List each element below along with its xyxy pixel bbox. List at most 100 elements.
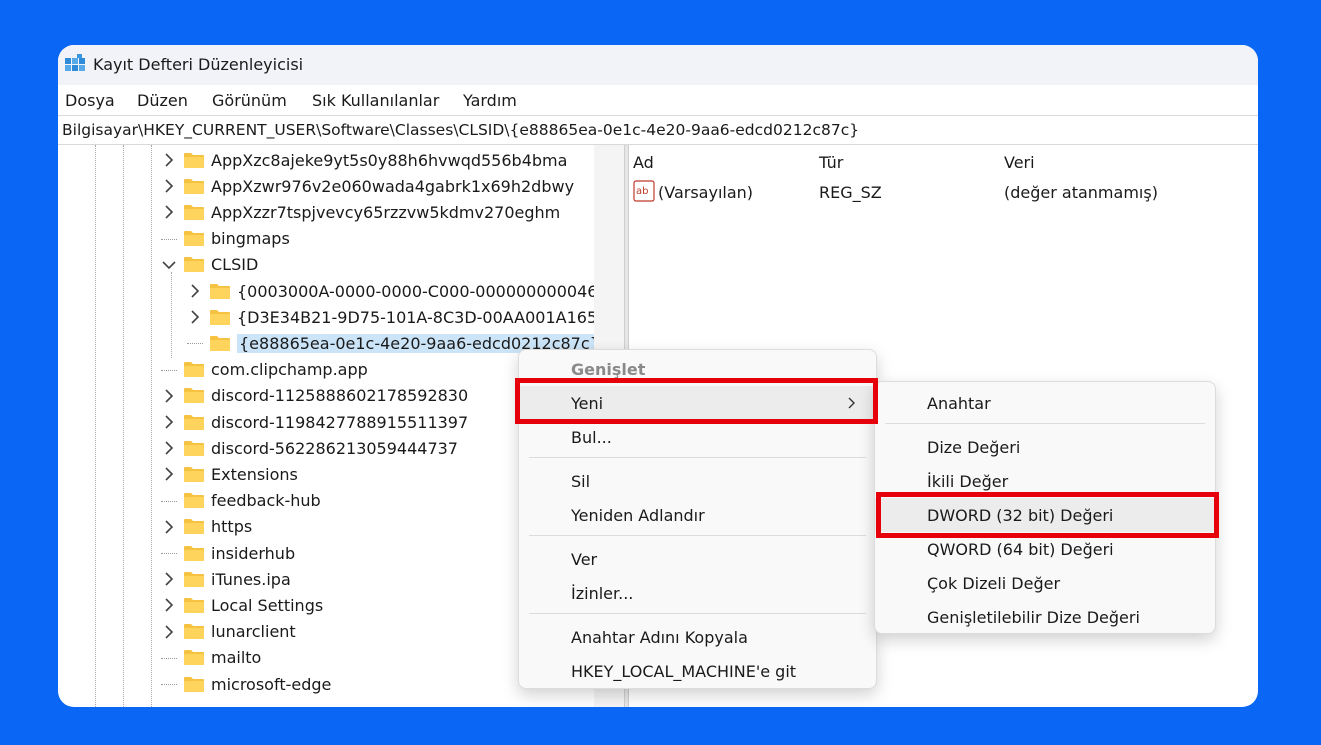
tree-item-label: CLSID xyxy=(211,255,259,275)
tree-connector xyxy=(161,493,177,509)
folder-icon xyxy=(184,519,204,535)
tree-item-label: feedback-hub xyxy=(211,491,321,511)
tree-item[interactable]: https xyxy=(161,514,252,540)
tree-item-label: {D3E34B21-9D75-101A-8C3D-00AA001A165 xyxy=(237,307,594,327)
value-name: (Varsayılan) xyxy=(658,183,754,202)
tree-item[interactable]: insiderhub xyxy=(161,540,295,566)
address-path[interactable]: Bilgisayar\HKEY_CURRENT_USER\Software\Cl… xyxy=(62,121,859,139)
chevron-right-icon[interactable] xyxy=(161,152,177,168)
menu-help[interactable]: Yardım xyxy=(463,91,517,110)
chevron-right-icon[interactable] xyxy=(161,466,177,482)
value-data: (değer atanmamış) xyxy=(1004,183,1158,202)
tree-item[interactable]: com.clipchamp.app xyxy=(161,357,368,383)
title-bar: Kayıt Defteri Düzenleyicisi xyxy=(58,45,1258,85)
chevron-right-icon[interactable] xyxy=(161,388,177,404)
folder-icon xyxy=(184,231,204,247)
tree-item[interactable]: mailto xyxy=(161,645,261,671)
folder-icon xyxy=(184,362,204,378)
chevron-right-icon[interactable] xyxy=(161,519,177,535)
tree-item[interactable]: lunarclient xyxy=(161,619,296,645)
tree-item-label: com.clipchamp.app xyxy=(211,360,368,380)
folder-icon xyxy=(184,624,204,640)
string-value-icon: ab xyxy=(633,180,655,202)
menu-file[interactable]: Dosya xyxy=(65,91,115,110)
folder-icon xyxy=(184,545,204,561)
value-type: REG_SZ xyxy=(819,183,882,202)
folder-icon xyxy=(184,257,204,273)
submenu-multi-string-value[interactable]: Çok Dizeli Değer xyxy=(875,566,1215,600)
tree-item[interactable]: AppXzzr7tspjvevcy65rzzvw5kdmv270eghm xyxy=(161,199,560,225)
address-bar[interactable]: Bilgisayar\HKEY_CURRENT_USER\Software\Cl… xyxy=(58,115,1258,145)
tree-item[interactable]: discord-1125888602178592830 xyxy=(161,383,468,409)
menu-export[interactable]: Ver xyxy=(519,542,876,576)
tree-guide xyxy=(95,145,96,707)
tree-item-label: AppXzzr7tspjvevcy65rzzvw5kdmv270eghm xyxy=(211,202,561,222)
menu-view[interactable]: Görünüm xyxy=(212,91,287,110)
tree-connector xyxy=(161,676,177,692)
folder-icon xyxy=(184,466,204,482)
chevron-right-icon[interactable] xyxy=(161,440,177,456)
window-title: Kayıt Defteri Düzenleyicisi xyxy=(93,55,304,74)
regedit-icon xyxy=(65,54,85,71)
key-tree: AppXzc8ajeke9yt5s0y88h6hvwqd556b4bma AppX… xyxy=(58,145,594,707)
submenu-expandable-string-value[interactable]: Genişletilebilir Dize Değeri xyxy=(875,600,1215,634)
tree-item-label: insiderhub xyxy=(211,543,296,563)
column-data[interactable]: Veri xyxy=(1004,153,1035,172)
submenu-key[interactable]: Anahtar xyxy=(875,386,1215,420)
chevron-right-icon[interactable] xyxy=(187,283,203,299)
menu-delete[interactable]: Sil xyxy=(519,464,876,498)
tree-item[interactable]: microsoft-edge xyxy=(161,671,331,697)
menu-favorites[interactable]: Sık Kullanılanlar xyxy=(312,91,439,110)
tree-item-label: Local Settings xyxy=(211,595,324,615)
tree-item[interactable]: AppXzwr976v2e060wada4gabrk1x69h2dbwy xyxy=(161,173,574,199)
tree-guide xyxy=(123,145,124,707)
tree-connector xyxy=(187,335,203,351)
registry-editor-window: Kayıt Defteri Düzenleyicisi Dosya Düzen … xyxy=(58,45,1258,707)
chevron-right-icon[interactable] xyxy=(161,571,177,587)
chevron-right-icon[interactable] xyxy=(161,624,177,640)
chevron-right-icon[interactable] xyxy=(161,414,177,430)
tree-item[interactable]: discord-1198427788915511397 xyxy=(161,409,468,435)
chevron-right-icon[interactable] xyxy=(161,597,177,613)
tree-item[interactable]: CLSID xyxy=(161,252,258,278)
menu-goto-hklm[interactable]: HKEY_LOCAL_MACHINE'e git xyxy=(519,654,876,688)
tree-item[interactable]: feedback-hub xyxy=(161,488,321,514)
folder-icon xyxy=(184,204,204,220)
folder-icon xyxy=(184,178,204,194)
column-type[interactable]: Tür xyxy=(819,153,843,172)
chevron-right-icon[interactable] xyxy=(161,204,177,220)
menu-edit[interactable]: Düzen xyxy=(137,91,188,110)
tree-item[interactable]: AppXzc8ajeke9yt5s0y88h6hvwqd556b4bma xyxy=(161,147,567,173)
tree-item-label: {0003000A-0000-0000-C000-000000000046 xyxy=(237,281,594,301)
menu-separator xyxy=(885,423,1205,424)
tree-item[interactable]: iTunes.ipa xyxy=(161,566,291,592)
folder-icon xyxy=(184,597,204,613)
folder-icon xyxy=(184,152,204,168)
menu-copy-key-name[interactable]: Anahtar Adını Kopyala xyxy=(519,620,876,654)
tree-item[interactable]: bingmaps xyxy=(161,226,290,252)
highlight-new xyxy=(515,378,878,424)
chevron-right-icon[interactable] xyxy=(187,309,203,325)
tree-item-label: mailto xyxy=(211,648,262,668)
tree-item[interactable]: discord-562286213059444737 xyxy=(161,435,458,461)
folder-icon xyxy=(184,650,204,666)
tree-item[interactable]: {0003000A-0000-0000-C000-000000000046 xyxy=(187,278,594,304)
menu-rename[interactable]: Yeniden Adlandır xyxy=(519,498,876,532)
submenu-string-value[interactable]: Dize Değeri xyxy=(875,430,1215,464)
menu-permissions[interactable]: İzinler... xyxy=(519,576,876,610)
tree-item[interactable]: Extensions xyxy=(161,461,298,487)
menu-bar: Dosya Düzen Görünüm Sık Kullanılanlar Ya… xyxy=(58,85,1258,115)
chevron-right-icon[interactable] xyxy=(161,178,177,194)
tree-item-label: AppXzwr976v2e060wada4gabrk1x69h2dbwy xyxy=(211,176,575,196)
tree-connector xyxy=(161,650,177,666)
tree-connector xyxy=(161,362,177,378)
tree-item-label: Extensions xyxy=(211,464,298,484)
tree-item-label: iTunes.ipa xyxy=(211,569,291,589)
chevron-down-icon[interactable] xyxy=(161,257,177,273)
tree-item[interactable]: {D3E34B21-9D75-101A-8C3D-00AA001A165 xyxy=(187,304,594,330)
menu-find[interactable]: Bul... xyxy=(519,420,876,454)
folder-icon xyxy=(210,335,230,351)
column-name[interactable]: Ad xyxy=(633,153,654,172)
svg-text:ab: ab xyxy=(636,186,648,197)
tree-item[interactable]: Local Settings xyxy=(161,592,323,618)
